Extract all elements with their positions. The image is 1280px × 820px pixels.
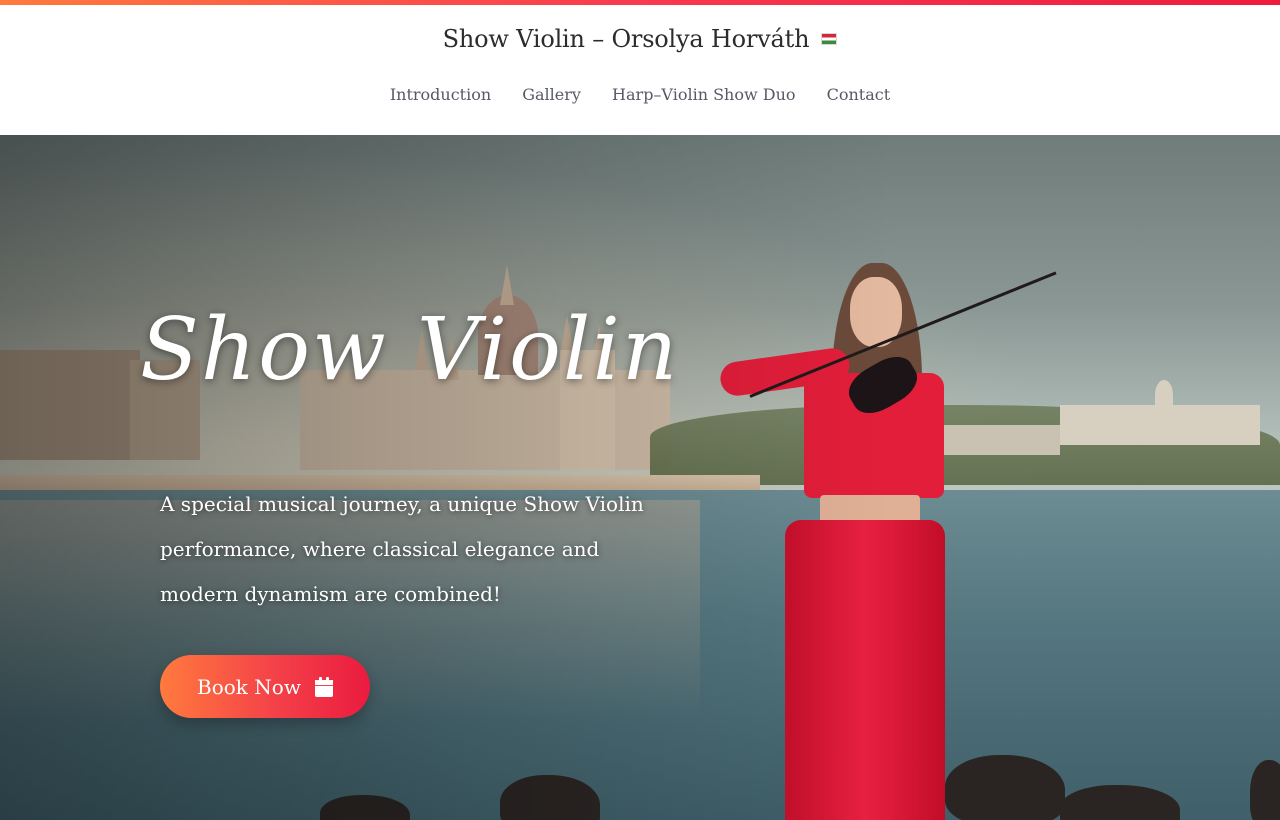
book-now-button[interactable]: Book Now [160, 655, 370, 718]
nav-item-gallery[interactable]: Gallery [522, 85, 581, 104]
nav-item-harp-violin-duo[interactable]: Harp–Violin Show Duo [612, 85, 795, 104]
hero-content: Show Violin A special musical journey, a… [0, 135, 1280, 820]
site-header: Show Violin – Orsolya Horváth Introducti… [0, 5, 1280, 135]
hero-script-title: Show Violin [140, 300, 680, 400]
hungarian-flag-icon[interactable] [821, 33, 838, 45]
calendar-icon [314, 676, 333, 697]
nav-item-introduction[interactable]: Introduction [390, 85, 491, 104]
brand: Show Violin – Orsolya Horváth [0, 25, 1280, 53]
site-title[interactable]: Show Violin – Orsolya Horváth [443, 25, 810, 53]
book-now-label: Book Now [197, 674, 301, 699]
nav-item-contact[interactable]: Contact [827, 85, 891, 104]
hero-section: Show Violin A special musical journey, a… [0, 135, 1280, 820]
main-nav: Introduction Gallery Harp–Violin Show Du… [0, 85, 1280, 104]
hero-tagline: A special musical journey, a unique Show… [160, 492, 644, 606]
